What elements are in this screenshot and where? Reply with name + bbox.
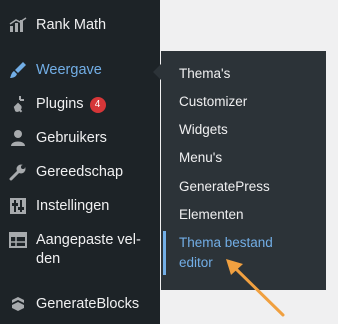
table-icon — [9, 231, 27, 249]
user-icon — [9, 129, 27, 147]
submenu-item-menus[interactable]: Menu's — [179, 148, 222, 168]
generateblocks-icon — [9, 295, 27, 313]
admin-sidebar: Rank Math Weergave Plugins 4 Gebruikers … — [0, 0, 160, 324]
submenu-item-customizer[interactable]: Customizer — [179, 92, 247, 112]
sidebar-item-label: Plugins — [36, 96, 84, 112]
submenu-item-generatepress[interactable]: GeneratePress — [179, 177, 270, 197]
sidebar-item-label: GenerateBlocks — [36, 296, 140, 312]
update-count-badge: 4 — [89, 97, 106, 113]
sliders-icon — [9, 197, 27, 215]
sidebar-item-label: Aangepaste vel-den — [36, 232, 141, 267]
sidebar-item-label: Instellingen — [36, 198, 110, 214]
wp-admin-screen: Rank Math Weergave Plugins 4 Gebruikers … — [0, 0, 338, 324]
bar-chart-icon — [9, 16, 27, 34]
sidebar-item-label: Gebruikers — [36, 130, 107, 146]
weergave-submenu: Thema's Customizer Widgets Menu's Genera… — [161, 51, 326, 290]
current-item-indicator — [163, 231, 166, 275]
submenu-pointer — [153, 64, 161, 80]
sidebar-item-label: Rank Math — [36, 17, 107, 33]
submenu-item-themas[interactable]: Thema's — [179, 64, 230, 84]
submenu-item-thema-bestand-editor[interactable]: Thema bestand editor — [179, 233, 309, 273]
sidebar-item-label: Weergave — [36, 62, 102, 78]
submenu-item-widgets[interactable]: Widgets — [179, 120, 228, 140]
submenu-item-elementen[interactable]: Elementen — [179, 205, 244, 225]
sidebar-item-label: Gereedschap — [36, 164, 124, 180]
wrench-icon — [9, 163, 27, 181]
plugin-icon — [9, 95, 27, 113]
paintbrush-icon — [9, 61, 27, 79]
